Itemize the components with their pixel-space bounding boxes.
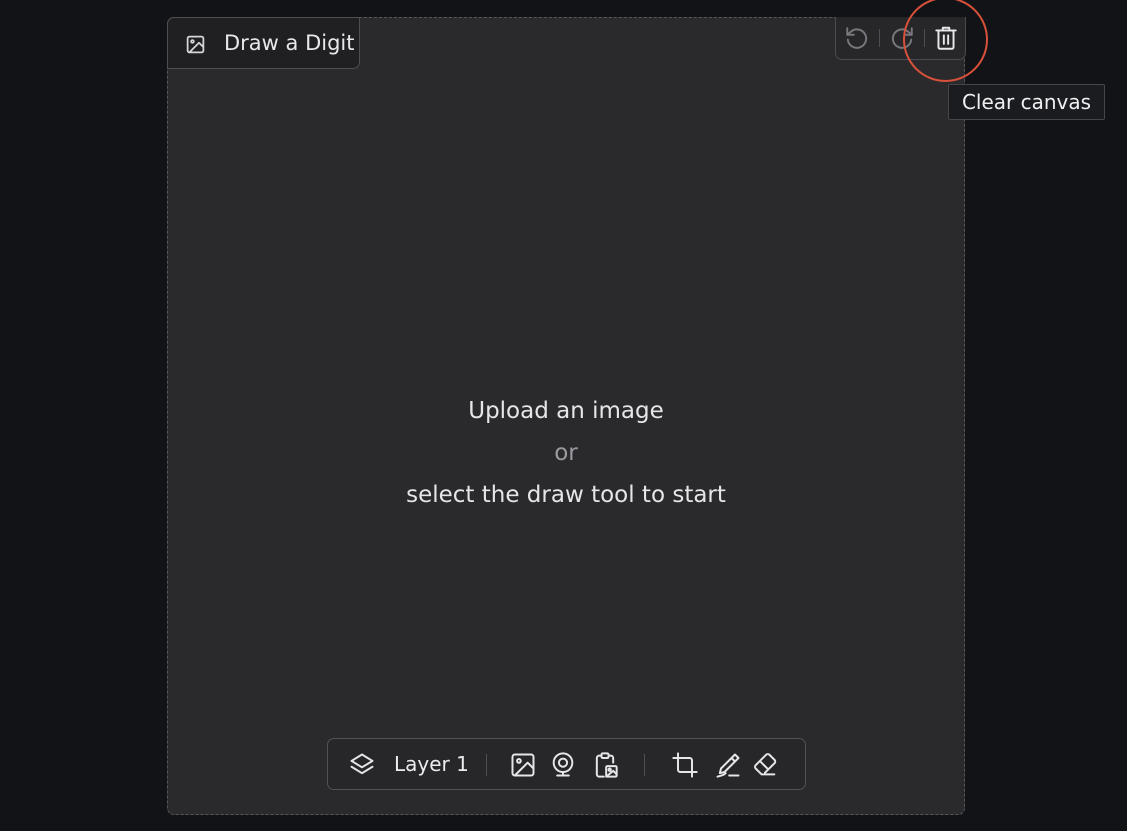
brush-button[interactable] [712, 749, 744, 781]
undo-button[interactable] [842, 23, 872, 53]
placeholder-upload-text: Upload an image [468, 398, 664, 424]
upload-placeholder: Upload an image or select the draw tool … [167, 390, 965, 516]
layer-label[interactable]: Layer 1 [394, 752, 469, 776]
image-editor-label-text: Draw a Digit [224, 31, 355, 55]
undo-icon [844, 25, 870, 51]
clear-canvas-button[interactable] [931, 23, 961, 53]
eraser-icon [751, 751, 779, 779]
paste-clipboard-button[interactable] [589, 749, 621, 781]
upload-image-button[interactable] [507, 749, 539, 781]
redo-icon [889, 25, 915, 51]
eraser-button[interactable] [749, 749, 781, 781]
brush-icon [714, 751, 742, 779]
layers-button[interactable] [346, 749, 378, 781]
image-icon [185, 34, 206, 55]
webcam-icon [549, 751, 577, 779]
trash-icon [933, 24, 959, 52]
editor-toolbar: Layer 1 [327, 738, 806, 790]
history-controls [835, 17, 966, 60]
crop-icon [671, 751, 699, 779]
placeholder-draw-text: select the draw tool to start [406, 482, 726, 508]
image-editor-label: Draw a Digit [167, 17, 360, 69]
redo-button[interactable] [887, 23, 917, 53]
layers-icon [348, 751, 376, 779]
webcam-button[interactable] [547, 749, 579, 781]
placeholder-or-text: or [554, 440, 578, 466]
clear-canvas-tooltip: Clear canvas [948, 84, 1105, 120]
clipboard-paste-icon [591, 751, 619, 779]
image-upload-icon [509, 751, 537, 779]
crop-button[interactable] [669, 749, 701, 781]
